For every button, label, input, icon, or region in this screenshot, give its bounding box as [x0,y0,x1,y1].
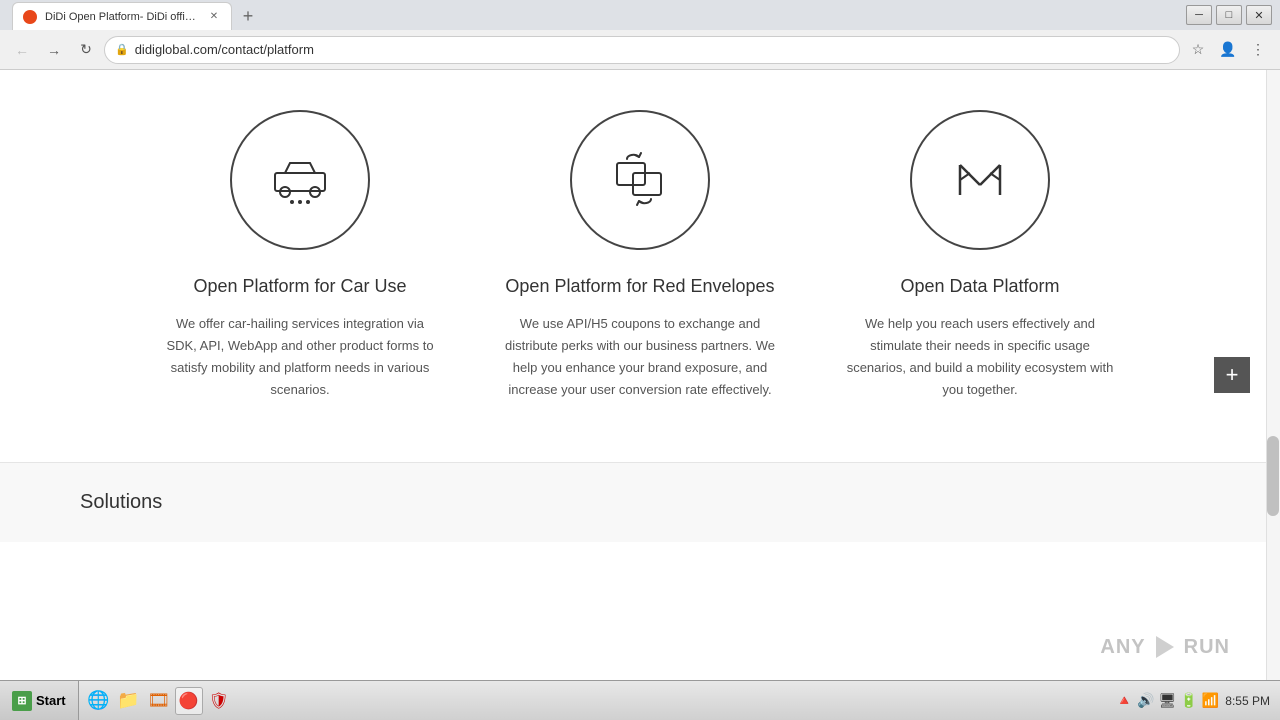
car-icon-circle [230,110,370,250]
web-content: Open Platform for Car Use We offer car-h… [0,70,1280,680]
envelope-icon [605,145,675,215]
taskbar-media-icon[interactable]: 🎞 [145,687,173,715]
card-data-title: Open Data Platform [900,274,1059,299]
taskbar-time: 8:55 PM [1225,694,1270,708]
bookmark-button[interactable]: ☆ [1184,36,1212,64]
active-tab[interactable]: DiDi Open Platform- DiDi official web...… [12,2,232,30]
envelope-icon-circle [570,110,710,250]
data-icon-circle [910,110,1050,250]
start-button[interactable]: ⊞ Start [0,681,79,720]
anyrun-text-2: RUN [1184,636,1230,659]
taskbar: ⊞ Start 🌐 📁 🎞 🔴 🛡 🔺 🔊 🖥 🔋 📶 8:55 PM [0,680,1280,720]
car-icon [265,145,335,215]
solutions-label: Solutions [80,491,1200,514]
card-car-desc: We offer car-hailing services integratio… [160,313,440,401]
data-icon [945,145,1015,215]
tray-icon-display: 🖥 [1159,692,1177,709]
tray-icon-1: 🔺 [1116,692,1133,709]
play-icon-svg [1152,634,1178,660]
close-button[interactable]: ✕ [1246,5,1272,25]
card-data-platform: Open Data Platform We help you reach use… [840,110,1120,402]
taskbar-icons: 🌐 📁 🎞 🔴 🛡 [79,687,239,715]
title-bar: DiDi Open Platform- DiDi official web...… [0,0,1280,30]
system-tray-icons: 🔺 🔊 🖥 🔋 📶 [1116,692,1220,709]
card-car-title: Open Platform for Car Use [193,274,406,299]
tray-icon-network: 📶 [1202,692,1219,709]
maximize-button[interactable]: □ [1216,5,1242,25]
tab-favicon [23,10,37,24]
scrollbar[interactable] [1266,70,1280,680]
footer-area: Solutions ANY RUN [0,462,1280,542]
refresh-button[interactable]: ↻ [72,36,100,64]
anyrun-watermark: ANY RUN [1100,634,1230,660]
taskbar-right: 🔺 🔊 🖥 🔋 📶 8:55 PM [1106,692,1280,709]
lock-icon: 🔒 [115,43,129,56]
anyrun-text: ANY [1100,636,1145,659]
start-label: Start [36,693,66,708]
card-envelope-title: Open Platform for Red Envelopes [505,274,774,299]
back-button[interactable]: ← [8,36,36,64]
main-content: Open Platform for Car Use We offer car-h… [0,70,1280,462]
tray-icon-volume: 🔊 [1137,692,1154,709]
browser-window: DiDi Open Platform- DiDi official web...… [0,0,1280,680]
tab-label: DiDi Open Platform- DiDi official web... [45,11,199,23]
address-bar[interactable]: 🔒 didiglobal.com/contact/platform [104,36,1180,64]
card-envelope-desc: We use API/H5 coupons to exchange and di… [500,313,780,401]
taskbar-folder-icon[interactable]: 📁 [115,687,143,715]
account-button[interactable]: 👤 [1214,36,1242,64]
scrollbar-thumb[interactable] [1267,436,1279,516]
new-tab-button[interactable]: + [234,2,262,30]
menu-button[interactable]: ⋮ [1244,36,1272,64]
card-car-platform: Open Platform for Car Use We offer car-h… [160,110,440,402]
plus-button[interactable]: + [1214,357,1250,393]
taskbar-ie-icon[interactable]: 🌐 [85,687,113,715]
card-data-desc: We help you reach users effectively and … [840,313,1120,401]
nav-actions: ☆ 👤 ⋮ [1184,36,1272,64]
tray-icon-battery: 🔋 [1180,692,1197,709]
card-red-envelopes: Open Platform for Red Envelopes We use A… [500,110,780,402]
taskbar-security-icon[interactable]: 🛡 [205,687,233,715]
forward-button[interactable]: → [40,36,68,64]
cards-row: Open Platform for Car Use We offer car-h… [80,90,1200,422]
url-text: didiglobal.com/contact/platform [135,42,1169,57]
nav-bar: ← → ↻ 🔒 didiglobal.com/contact/platform … [0,30,1280,70]
anyrun-play-icon [1152,634,1178,660]
windows-logo: ⊞ [12,691,32,711]
window-controls: ─ □ ✕ [1186,5,1272,25]
minimize-button[interactable]: ─ [1186,5,1212,25]
tab-close-button[interactable]: ✕ [207,10,221,24]
taskbar-chrome-icon[interactable]: 🔴 [175,687,203,715]
